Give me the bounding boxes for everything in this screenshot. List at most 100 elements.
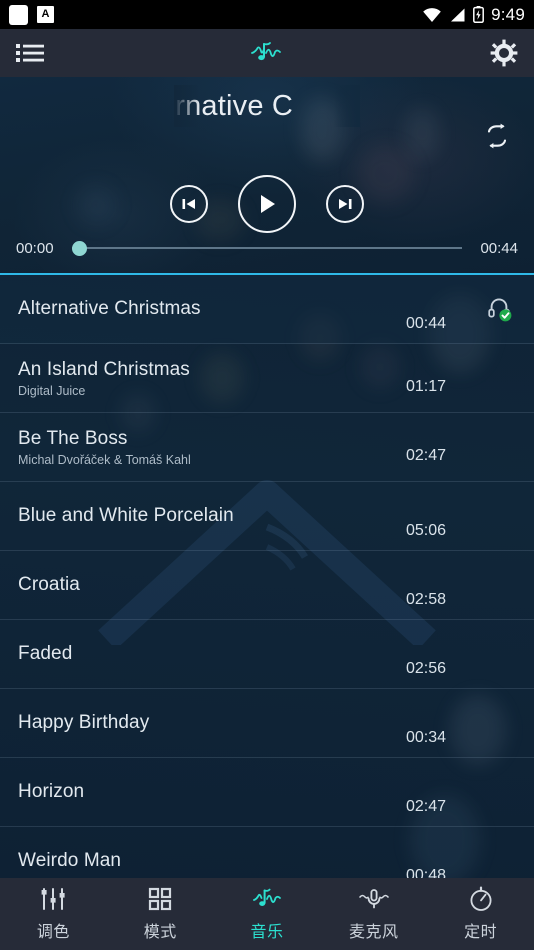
nav-label-color: 调色 [36,924,70,941]
song-duration: 02:47 [406,798,447,815]
now-playing-headphone-icon [488,298,512,322]
a-badge-icon: A [37,6,54,23]
song-artist: Digital Juice [18,383,86,398]
song-row[interactable]: Alternative Christmas 00:44 [0,275,534,344]
status-bar-clock: 9:49 [491,4,525,24]
app-logo [0,29,534,77]
microphone-icon [358,886,390,912]
song-badge-slot [482,499,516,533]
sliders-icon [40,886,66,912]
song-title: Croatia [18,574,80,595]
player-panel: lternative C [0,77,534,275]
song-badge-slot [482,361,516,395]
song-title: Alternative Christmas [18,298,201,319]
battery-charging-icon [473,6,485,23]
song-badge-slot [482,637,516,671]
song-duration: 00:34 [406,729,447,746]
song-row[interactable]: Faded 02:56 [0,620,534,689]
app-window: A 9:49 rnative C 00:00 00:44 Alternative… [0,0,534,950]
bottom-navigation: 调色 模式 音乐 麦克风 定时 [0,878,534,950]
status-bar-right: 9:49 [422,5,525,25]
song-badge-slot [482,844,516,878]
song-duration: 00:48 [406,867,447,878]
play-button[interactable] [238,175,296,233]
song-info: Weirdo Man [18,850,400,872]
song-info: Alternative Christmas [18,298,400,320]
song-duration: 02:56 [406,660,447,677]
previous-button[interactable] [170,185,208,223]
song-info: Faded [18,643,400,665]
nav-item-mode[interactable]: 模式 [107,878,214,950]
song-artist: Michal Dvořáček & Tomáš Kahl [18,452,191,467]
song-info: Be The Boss Michal Dvořáček & Tomáš Kahl [18,428,400,467]
playback-controls [0,175,534,233]
nav-item-microphone[interactable]: 麦克风 [320,878,427,950]
song-row[interactable]: Happy Birthday 00:34 [0,689,534,758]
song-info: An Island Christmas Digital Juice [18,359,400,398]
status-bar-left: A [9,4,54,25]
song-row[interactable]: Blue and White Porcelain 05:06 [0,482,534,551]
nav-label-music: 音乐 [250,924,284,941]
repeat-icon [487,123,507,149]
top-toolbar [0,29,534,77]
song-info: Horizon [18,781,400,803]
song-info: Happy Birthday [18,712,400,734]
list-icon [16,44,44,62]
song-title: Weirdo Man [18,850,122,871]
song-row[interactable]: Horizon 02:47 [0,758,534,827]
gear-icon [490,39,518,67]
elapsed-time: 00:00 [16,239,54,257]
nav-item-timer[interactable]: 定时 [427,878,534,950]
song-duration: 00:44 [406,315,447,332]
song-title: Faded [18,643,73,664]
song-row[interactable]: Croatia 02:58 [0,551,534,620]
song-duration: 05:06 [406,522,447,539]
song-info: Blue and White Porcelain [18,505,400,527]
song-row[interactable]: An Island Christmas Digital Juice 01:17 [0,344,534,413]
duration-time: 00:44 [480,239,518,257]
music-wave-logo-icon [251,42,281,61]
now-playing-title-wrap: lternative C [0,85,534,127]
now-playing-title: lternative C [174,89,294,122]
song-title: Horizon [18,781,85,802]
play-icon [261,195,275,213]
song-row[interactable]: Be The Boss Michal Dvořáček & Tomáš Kahl 0… [0,413,534,482]
signal-icon [451,8,465,21]
grid-icon [148,886,172,912]
song-duration: 02:47 [406,447,447,464]
song-rows: Alternative Christmas 00:44 An Island Chri… [0,275,534,878]
previous-icon [182,199,195,209]
song-badge-slot [482,568,516,602]
wifi-icon [423,7,441,22]
next-button[interactable] [326,185,364,223]
song-info: Croatia [18,574,400,596]
nav-item-color[interactable]: 调色 [0,878,107,950]
nav-label-mode: 模式 [143,924,177,941]
song-list[interactable]: Alternative Christmas 00:44 An Island Chri… [0,275,534,878]
song-badge-slot [482,292,516,326]
song-badge-slot [482,430,516,464]
next-icon [339,199,352,209]
song-duration: 02:58 [406,591,447,608]
marquee-clip: lternative C [174,85,360,127]
music-wave-icon [252,886,282,912]
playlist-button[interactable] [16,43,44,63]
song-duration: 01:17 [406,378,447,395]
nav-label-microphone: 麦克风 [349,924,399,941]
seek-slider[interactable] [72,239,462,257]
seek-bar-row: 00:00 00:44 [0,239,534,257]
nav-item-music[interactable]: 音乐 [214,878,321,950]
song-badge-slot [482,775,516,809]
seek-thumb[interactable] [72,240,87,256]
repeat-button[interactable] [482,123,512,149]
song-row[interactable]: Weirdo Man 00:48 [0,827,534,878]
settings-button[interactable] [490,39,518,67]
song-title: Happy Birthday [18,712,150,733]
nav-label-timer: 定时 [464,924,498,941]
song-title: Be The Boss [18,427,128,449]
timer-icon [468,886,494,912]
note-icon [9,4,28,25]
song-badge-slot [482,706,516,740]
song-title: Blue and White Porcelain [18,505,234,526]
song-title: An Island Christmas [18,358,190,380]
